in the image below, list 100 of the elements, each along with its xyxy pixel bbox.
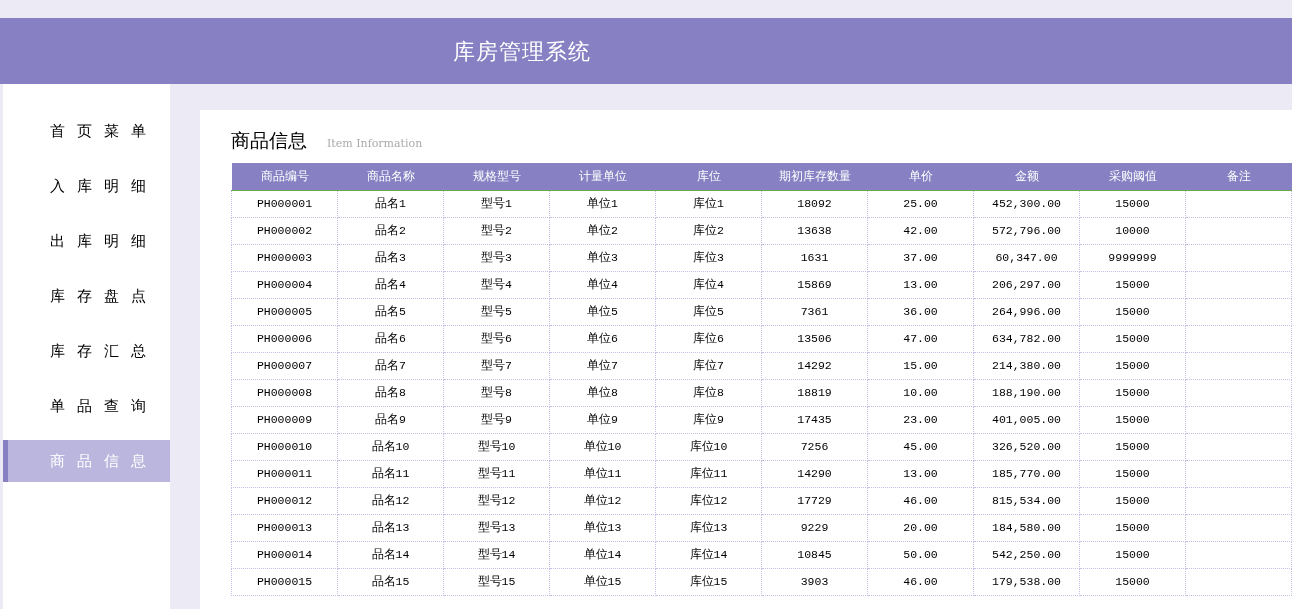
table-cell: 13.00 — [867, 271, 974, 298]
table-cell: PH000007 — [231, 352, 338, 379]
table-cell: 184,580.00 — [973, 514, 1080, 541]
table-cell: 品名15 — [337, 568, 444, 595]
table-cell: PH000011 — [231, 460, 338, 487]
table-cell: 3903 — [761, 568, 868, 595]
table-cell: 15000 — [1079, 298, 1186, 325]
table-cell: 542,250.00 — [973, 541, 1080, 568]
table-cell: 10845 — [761, 541, 868, 568]
table-cell: 13638 — [761, 217, 868, 244]
table-cell: 库位6 — [655, 325, 762, 352]
table-cell: 23.00 — [867, 406, 974, 433]
table-cell: 18092 — [761, 190, 868, 217]
sidebar-item[interactable]: 入库明细 — [3, 165, 170, 207]
table-cell: 库位12 — [655, 487, 762, 514]
table-cell: 品名4 — [337, 271, 444, 298]
table-cell: 15000 — [1079, 487, 1186, 514]
app-title: 库房管理系统 — [453, 37, 591, 66]
table-cell: PH000006 — [231, 325, 338, 352]
sidebar-item[interactable]: 首页菜单 — [3, 110, 170, 152]
table-cell: 品名6 — [337, 325, 444, 352]
table-cell: 7256 — [761, 433, 868, 460]
table-cell: PH000005 — [231, 298, 338, 325]
table-cell: 型号6 — [443, 325, 550, 352]
column-header: 规格型号 — [443, 163, 550, 190]
table-cell: 单位8 — [549, 379, 656, 406]
table-cell: 品名8 — [337, 379, 444, 406]
table-cell: 型号8 — [443, 379, 550, 406]
table-cell: 单位14 — [549, 541, 656, 568]
table-cell: 214,380.00 — [973, 352, 1080, 379]
table-cell: 库位14 — [655, 541, 762, 568]
table-cell: PH000003 — [231, 244, 338, 271]
table-cell: 14292 — [761, 352, 868, 379]
sidebar-item[interactable]: 出库明细 — [3, 220, 170, 262]
table-cell: 单位3 — [549, 244, 656, 271]
column-header: 金额 — [973, 163, 1080, 190]
page-subtitle: Item Information — [327, 136, 423, 152]
table-cell: 572,796.00 — [973, 217, 1080, 244]
table-cell: 库位15 — [655, 568, 762, 595]
table-cell: 326,520.00 — [973, 433, 1080, 460]
table-cell: 库位1 — [655, 190, 762, 217]
table-cell: 185,770.00 — [973, 460, 1080, 487]
table-cell: PH000015 — [231, 568, 338, 595]
page-title: 商品信息 — [231, 128, 307, 153]
table-cell: 库位2 — [655, 217, 762, 244]
table-cell: 264,996.00 — [973, 298, 1080, 325]
table-cell: 45.00 — [867, 433, 974, 460]
table-cell: 17729 — [761, 487, 868, 514]
sidebar-item[interactable]: 库存盘点 — [3, 275, 170, 317]
column-header: 单价 — [867, 163, 974, 190]
table-cell: 15000 — [1079, 190, 1186, 217]
table-cell: 9229 — [761, 514, 868, 541]
table-cell: 单位2 — [549, 217, 656, 244]
sidebar-item[interactable]: 库存汇总 — [3, 330, 170, 372]
column-header: 采购阈值 — [1079, 163, 1186, 190]
table-cell: 15000 — [1079, 379, 1186, 406]
table-cell: 型号3 — [443, 244, 550, 271]
table-cell: 库位4 — [655, 271, 762, 298]
table-cell: 库位9 — [655, 406, 762, 433]
table-cell: 单位4 — [549, 271, 656, 298]
column-header: 库位 — [655, 163, 762, 190]
table-cell: 36.00 — [867, 298, 974, 325]
table-cell: 品名3 — [337, 244, 444, 271]
table-cell: 46.00 — [867, 487, 974, 514]
table-cell: 品名1 — [337, 190, 444, 217]
table-cell: 7361 — [761, 298, 868, 325]
table-cell: 452,300.00 — [973, 190, 1080, 217]
table-cell: 179,538.00 — [973, 568, 1080, 595]
table-cell: 库位11 — [655, 460, 762, 487]
table-cell: 14290 — [761, 460, 868, 487]
table-cell: PH000009 — [231, 406, 338, 433]
table-cell: 13506 — [761, 325, 868, 352]
table-cell: 188,190.00 — [973, 379, 1080, 406]
table-cell: 品名11 — [337, 460, 444, 487]
table-cell: 25.00 — [867, 190, 974, 217]
table-cell: 库位13 — [655, 514, 762, 541]
table-cell: 库位5 — [655, 298, 762, 325]
table-cell: 18819 — [761, 379, 868, 406]
table-cell: 型号5 — [443, 298, 550, 325]
column-header: 商品名称 — [337, 163, 444, 190]
table-cell: 型号11 — [443, 460, 550, 487]
table-cell: 型号15 — [443, 568, 550, 595]
table-cell: 401,005.00 — [973, 406, 1080, 433]
table-cell: PH000013 — [231, 514, 338, 541]
table-cell: 15.00 — [867, 352, 974, 379]
table-cell: 15000 — [1079, 406, 1186, 433]
table-cell: 单位6 — [549, 325, 656, 352]
column-header: 计量单位 — [549, 163, 656, 190]
table-cell: 单位9 — [549, 406, 656, 433]
table-cell: 15000 — [1079, 433, 1186, 460]
table-cell: 型号1 — [443, 190, 550, 217]
table-cell: 品名13 — [337, 514, 444, 541]
table-cell: 37.00 — [867, 244, 974, 271]
table-cell: 型号13 — [443, 514, 550, 541]
column-header: 期初库存数量 — [761, 163, 868, 190]
table-cell: 20.00 — [867, 514, 974, 541]
table-cell: 206,297.00 — [973, 271, 1080, 298]
sidebar-item[interactable]: 单品查询 — [3, 385, 170, 427]
table-cell: 17435 — [761, 406, 868, 433]
table-cell: PH000004 — [231, 271, 338, 298]
